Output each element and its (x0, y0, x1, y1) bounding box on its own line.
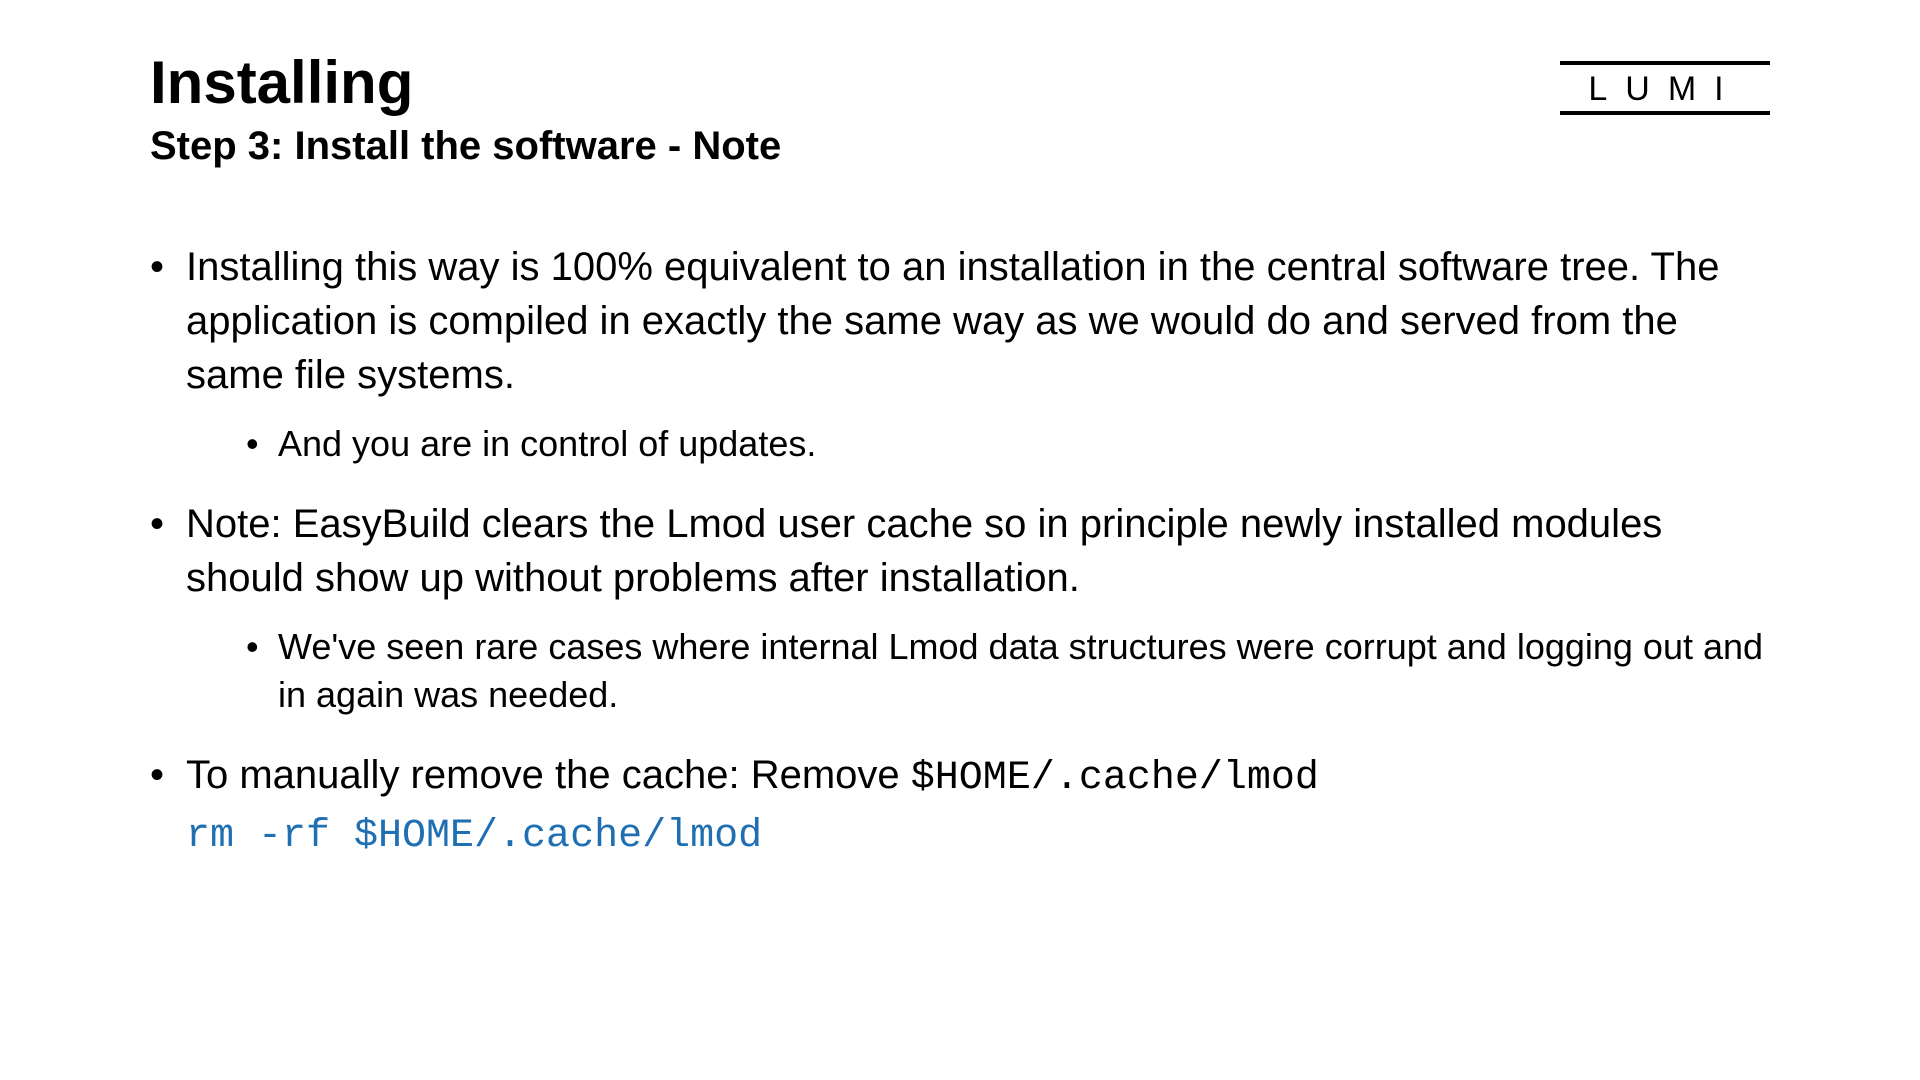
sub-bullet-text: And you are in control of updates. (278, 423, 816, 464)
command-text: rm -rf $HOME/.cache/lmod (186, 810, 1770, 864)
bullet-item: Installing this way is 100% equivalent t… (150, 240, 1770, 469)
sub-bullet-text: We've seen rare cases where internal Lmo… (278, 626, 1763, 716)
svg-text:LUMI: LUMI (1588, 70, 1741, 108)
bullet-text: Note: EasyBuild clears the Lmod user cac… (186, 502, 1662, 600)
slide-body: Installing this way is 100% equivalent t… (150, 240, 1770, 864)
slide: Installing Step 3: Install the software … (0, 0, 1920, 1080)
bullet-text: Installing this way is 100% equivalent t… (186, 245, 1719, 397)
bullet-list: Installing this way is 100% equivalent t… (150, 240, 1770, 864)
slide-subtitle: Step 3: Install the software - Note (150, 122, 781, 170)
sub-bullet-list: And you are in control of updates. (186, 420, 1770, 469)
slide-title: Installing (150, 50, 781, 116)
sub-bullet-item: And you are in control of updates. (246, 420, 1770, 469)
sub-bullet-list: We've seen rare cases where internal Lmo… (186, 623, 1770, 720)
title-block: Installing Step 3: Install the software … (150, 50, 781, 170)
slide-header: Installing Step 3: Install the software … (150, 50, 1770, 170)
lumi-logo: LUMI (1560, 60, 1770, 116)
sub-bullet-item: We've seen rare cases where internal Lmo… (246, 623, 1770, 720)
bullet-item: To manually remove the cache: Remove $HO… (150, 748, 1770, 864)
inline-code: $HOME/.cache/lmod (911, 756, 1319, 801)
bullet-text-prefix: To manually remove the cache: Remove (186, 753, 911, 797)
bullet-item: Note: EasyBuild clears the Lmod user cac… (150, 497, 1770, 720)
